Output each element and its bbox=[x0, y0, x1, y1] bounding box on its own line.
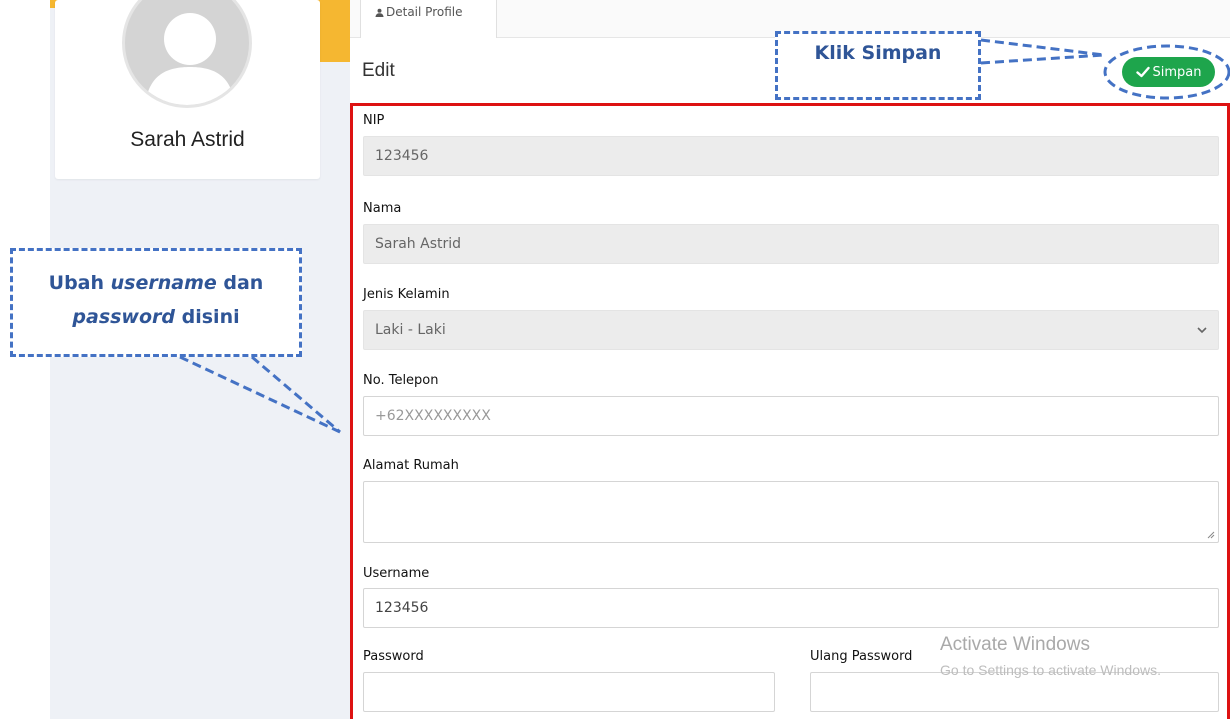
resize-handle-icon[interactable] bbox=[1207, 531, 1215, 539]
alamat-label: Alamat Rumah bbox=[363, 458, 459, 473]
callout-klik-simpan: Klik Simpan bbox=[775, 31, 981, 100]
username-field[interactable]: 123456 bbox=[363, 588, 1219, 628]
user-icon bbox=[375, 8, 384, 17]
activate-windows-subtitle: Go to Settings to activate Windows. bbox=[940, 662, 1161, 678]
telepon-label: No. Telepon bbox=[363, 373, 439, 388]
password-field[interactable] bbox=[363, 672, 775, 712]
tab-detail-profile[interactable]: Detail Profile bbox=[360, 0, 497, 38]
tab-detail-profile-text: Detail Profile bbox=[386, 5, 463, 19]
nama-label: Nama bbox=[363, 201, 402, 216]
jenis-kelamin-select[interactable]: Laki - Laki bbox=[363, 310, 1219, 350]
save-button-label: Simpan bbox=[1152, 64, 1202, 80]
profile-card: Sarah Astrid bbox=[55, 0, 320, 179]
tab-detail-profile-label: Detail Profile bbox=[375, 5, 462, 19]
chevron-down-icon bbox=[1197, 327, 1207, 334]
page-title: Edit bbox=[362, 60, 395, 81]
callout-klik-simpan-text: Klik Simpan bbox=[814, 42, 942, 64]
username-label: Username bbox=[363, 566, 430, 581]
nip-label: NIP bbox=[363, 113, 385, 128]
callout-ubah-username-text: Ubah username dan password disini bbox=[48, 272, 264, 328]
check-icon bbox=[1135, 66, 1150, 78]
callout-ubah-username: Ubah username dan password disini bbox=[10, 248, 302, 357]
jenis-kelamin-label: Jenis Kelamin bbox=[363, 287, 450, 302]
alamat-textarea[interactable] bbox=[363, 481, 1219, 543]
avatar-icon bbox=[122, 0, 252, 108]
password-label: Password bbox=[363, 649, 424, 664]
top-accent-tab bbox=[320, 0, 352, 62]
jenis-kelamin-value: Laki - Laki bbox=[375, 322, 446, 338]
profile-name: Sarah Astrid bbox=[130, 128, 245, 151]
activate-windows-title: Activate Windows bbox=[940, 634, 1090, 655]
ulang-password-label: Ulang Password bbox=[810, 649, 913, 664]
form-highlight-box: NIP 123456 Nama Sarah Astrid Jenis Kelam… bbox=[350, 103, 1230, 719]
nama-field[interactable]: Sarah Astrid bbox=[363, 224, 1219, 264]
telepon-field[interactable]: +62XXXXXXXXX bbox=[363, 396, 1219, 436]
main-card: Detail Profile Edit Simpan NIP 123456 Na… bbox=[350, 0, 1230, 719]
nip-field[interactable]: 123456 bbox=[363, 136, 1219, 176]
ulang-password-field[interactable] bbox=[810, 672, 1219, 712]
save-button[interactable]: Simpan bbox=[1122, 57, 1215, 87]
